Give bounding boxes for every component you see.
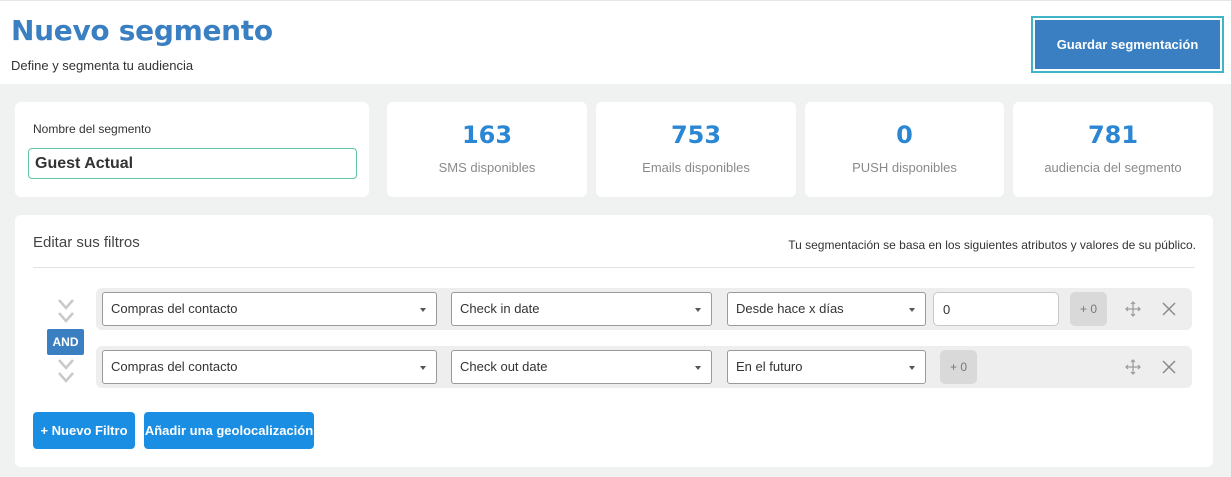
page-title: Nuevo segmento (11, 14, 273, 47)
stat-label: PUSH disponibles (852, 160, 957, 175)
stat-label: SMS disponibles (438, 160, 536, 175)
stat-label: Emails disponibles (642, 160, 750, 175)
caret-down-icon (909, 366, 915, 370)
attribute-select[interactable]: Check out date (451, 350, 712, 384)
filter-row: Compras del contacto Check in date Desde… (96, 288, 1192, 330)
add-value-button[interactable]: + 0 (1070, 292, 1107, 326)
field-select[interactable]: Compras del contacto (102, 292, 437, 326)
segment-name-card: Nombre del segmento (15, 102, 369, 197)
page-subtitle: Define y segmenta tu audiencia (11, 58, 194, 73)
field-select[interactable]: Compras del contacto (102, 350, 437, 384)
filter-row: Compras del contacto Check out date En e… (96, 346, 1192, 388)
value-input[interactable] (933, 292, 1059, 326)
divider (33, 267, 1195, 268)
move-icon[interactable] (1125, 301, 1141, 317)
close-icon[interactable] (1161, 301, 1177, 317)
filters-note: Tu segmentación se basa en los siguiente… (788, 238, 1196, 252)
segment-name-label: Nombre del segmento (33, 122, 152, 136)
select-value: En el futuro (736, 359, 803, 374)
attribute-select[interactable]: Check in date (451, 292, 712, 326)
save-button-focus-ring: Guardar segmentación (1031, 16, 1224, 73)
caret-down-icon (420, 308, 426, 312)
select-value: Check out date (460, 359, 548, 374)
stat-card-emails: 753 Emails disponibles (596, 102, 796, 197)
select-value: Check in date (460, 301, 540, 316)
caret-down-icon (420, 366, 426, 370)
select-value: Compras del contacto (111, 359, 238, 374)
save-segmentation-button[interactable]: Guardar segmentación (1035, 20, 1220, 69)
stat-card-push: 0 PUSH disponibles (805, 102, 1004, 197)
chevron-down-icon (58, 359, 74, 370)
caret-down-icon (909, 308, 915, 312)
close-icon[interactable] (1161, 359, 1177, 375)
new-filter-button[interactable]: + Nuevo Filtro (33, 412, 135, 449)
stat-value: 753 (670, 121, 722, 149)
stat-value: 0 (896, 121, 913, 149)
select-value: Desde hace x días (736, 301, 844, 316)
chevron-down-icon (58, 312, 74, 323)
add-value-button[interactable]: + 0 (940, 350, 977, 384)
select-value: Compras del contacto (111, 301, 238, 316)
and-operator-badge[interactable]: AND (47, 329, 84, 355)
add-geolocation-button[interactable]: Añadir una geolocalización (144, 412, 314, 449)
caret-down-icon (695, 308, 701, 312)
stat-value: 163 (461, 121, 513, 149)
chevron-down-icon (58, 372, 74, 383)
stat-card-sms: 163 SMS disponibles (387, 102, 587, 197)
condition-select[interactable]: En el futuro (727, 350, 926, 384)
caret-down-icon (695, 366, 701, 370)
chevron-down-icon (58, 299, 74, 310)
filters-card: Editar sus filtros Tu segmentación se ba… (15, 215, 1213, 467)
stat-label: audiencia del segmento (1044, 160, 1182, 175)
condition-select[interactable]: Desde hace x días (727, 292, 926, 326)
stat-value: 781 (1087, 121, 1139, 149)
segment-name-input[interactable] (28, 148, 357, 179)
move-icon[interactable] (1125, 359, 1141, 375)
filters-title: Editar sus filtros (33, 234, 140, 251)
stat-card-audience: 781 audiencia del segmento (1013, 102, 1213, 197)
page-header: Nuevo segmento Define y segmenta tu audi… (0, 0, 1231, 84)
